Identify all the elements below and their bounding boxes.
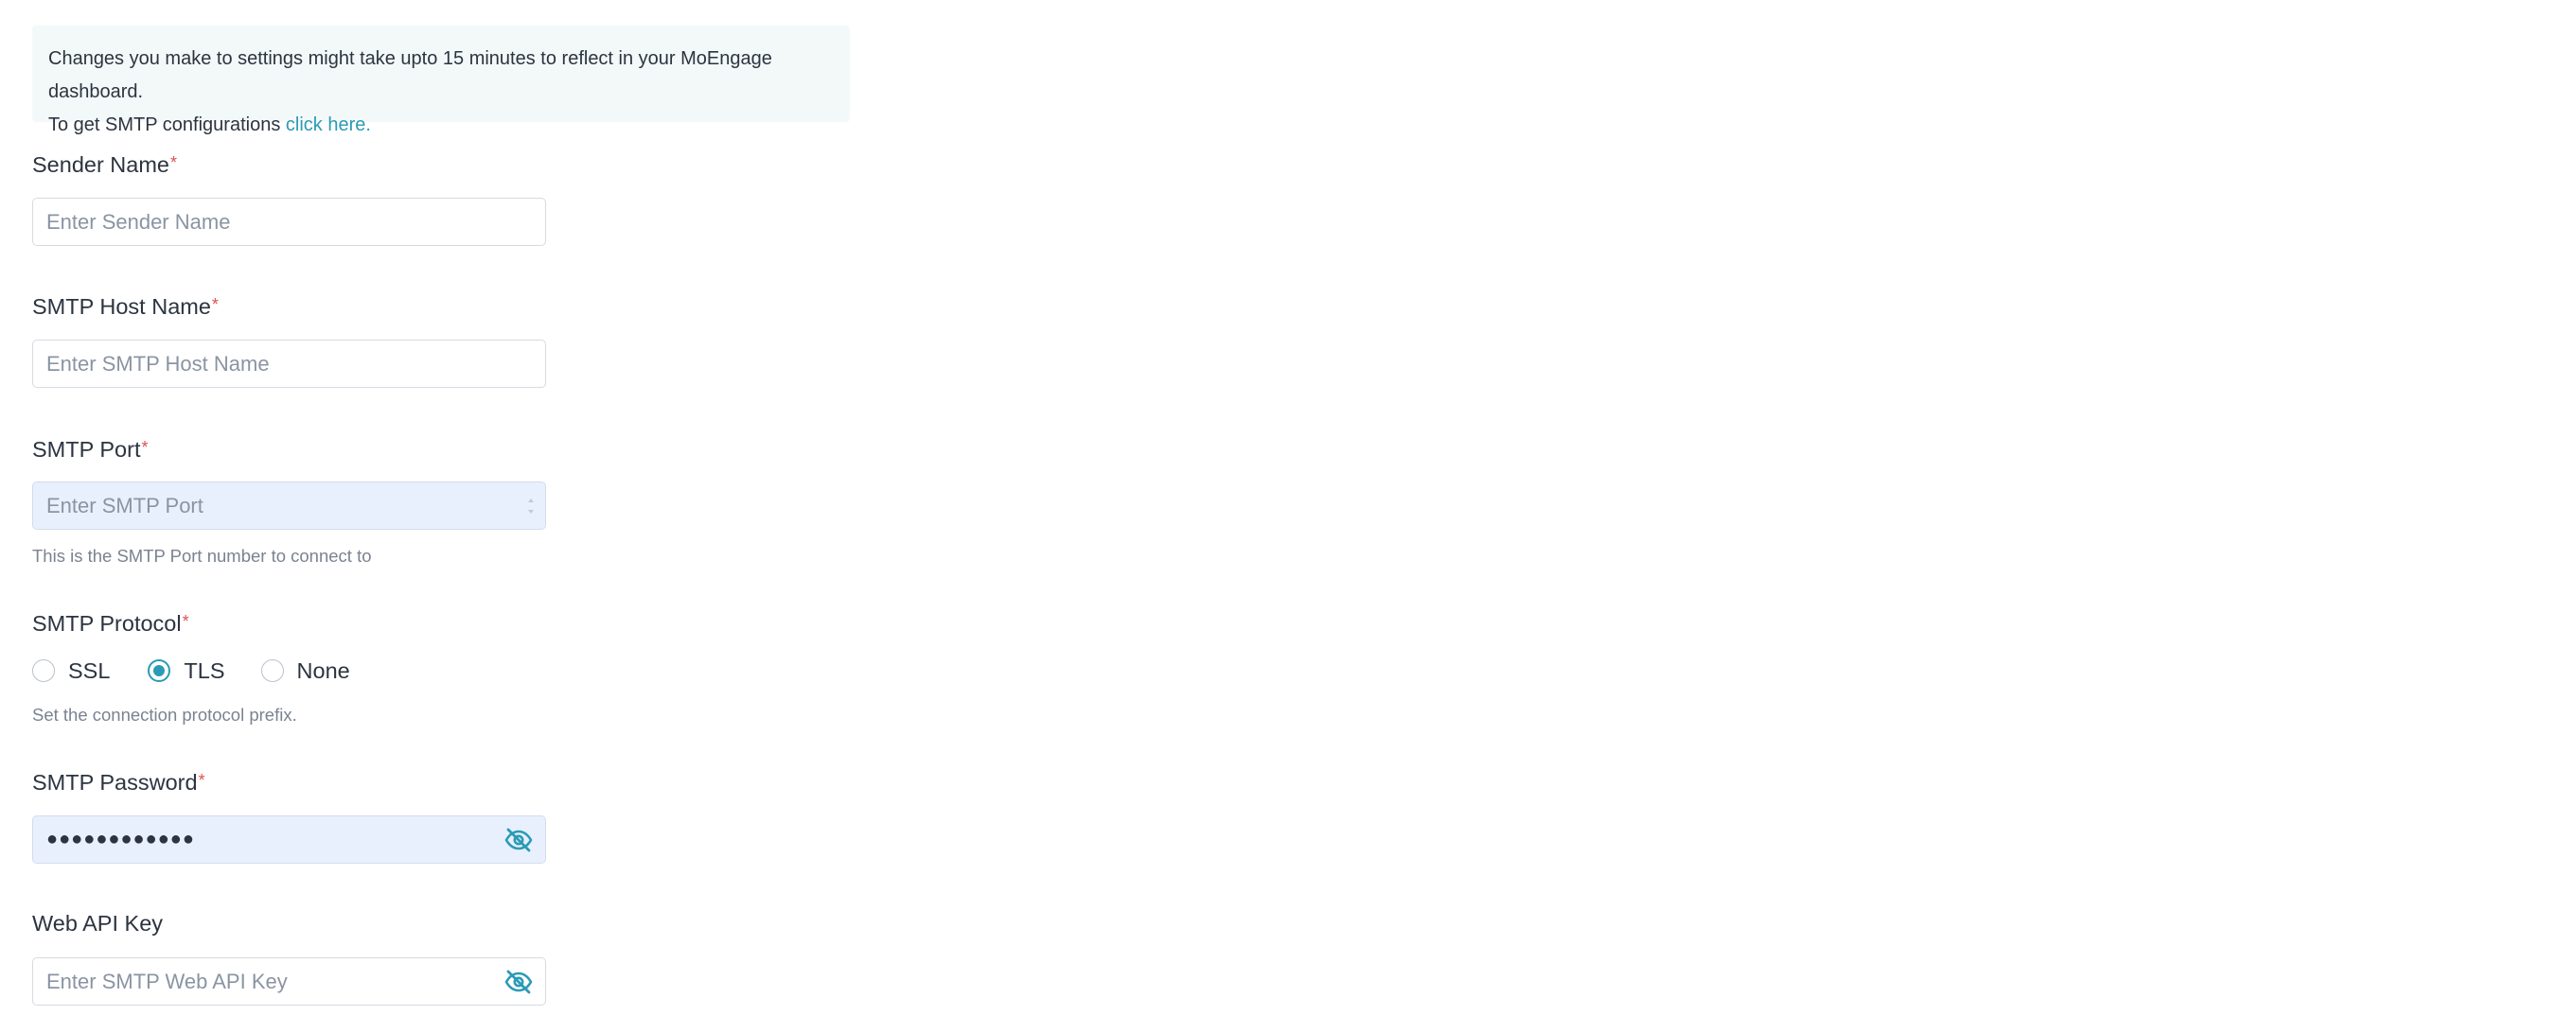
smtp-password-input[interactable] <box>33 816 545 863</box>
eye-off-icon[interactable] <box>503 970 534 994</box>
sender-name-label-text: Sender Name <box>32 152 169 177</box>
radio-circle-tls[interactable] <box>148 659 171 682</box>
smtp-port-label-text: SMTP Port <box>32 437 141 462</box>
smtp-password-label: SMTP Password* <box>32 766 205 797</box>
smtp-port-label: SMTP Port* <box>32 433 149 464</box>
smtp-protocol-label-text: SMTP Protocol <box>32 611 182 636</box>
protocol-option-tls[interactable]: TLS <box>148 657 225 684</box>
smtp-config-link[interactable]: click here. <box>286 114 371 135</box>
smtp-protocol-label: SMTP Protocol* <box>32 607 189 638</box>
sender-name-field[interactable] <box>32 198 546 246</box>
required-marker: * <box>211 295 219 314</box>
protocol-option-label: SSL <box>68 657 111 683</box>
smtp-port-hint: This is the SMTP Port number to connect … <box>32 546 372 566</box>
info-line-2-text: To get SMTP configurations <box>48 114 281 135</box>
number-spinner-icon[interactable] <box>526 494 536 518</box>
info-line-1: Changes you make to settings might take … <box>48 48 772 102</box>
radio-circle-none[interactable] <box>260 659 284 682</box>
smtp-settings-page: Changes you make to settings might take … <box>0 0 2576 1033</box>
web-api-key-label-text: Web API Key <box>32 911 164 936</box>
smtp-port-input[interactable] <box>33 482 545 529</box>
smtp-password-field[interactable] <box>32 815 546 864</box>
smtp-host-field[interactable] <box>32 340 546 388</box>
required-marker: * <box>198 771 205 790</box>
info-line-2: To get SMTP configurations click here. <box>48 109 834 142</box>
web-api-key-input[interactable] <box>33 958 545 1005</box>
required-marker: * <box>182 612 189 631</box>
smtp-port-field[interactable] <box>32 481 546 530</box>
smtp-password-label-text: SMTP Password <box>32 770 198 795</box>
smtp-host-label: SMTP Host Name* <box>32 290 219 321</box>
sender-name-input[interactable] <box>33 199 545 245</box>
required-marker: * <box>170 153 178 172</box>
smtp-host-input[interactable] <box>33 341 545 387</box>
sender-name-label: Sender Name* <box>32 149 177 179</box>
smtp-protocol-hint: Set the connection protocol prefix. <box>32 705 297 725</box>
eye-off-icon[interactable] <box>503 828 534 852</box>
protocol-option-none[interactable]: None <box>260 657 350 684</box>
required-marker: * <box>141 438 149 457</box>
protocol-option-ssl[interactable]: SSL <box>32 658 110 684</box>
info-banner: Changes you make to settings might take … <box>32 26 850 135</box>
radio-circle-ssl[interactable] <box>32 659 55 682</box>
web-api-key-label: Web API Key <box>32 909 163 937</box>
web-api-key-field[interactable] <box>32 957 546 1006</box>
smtp-host-label-text: SMTP Host Name <box>32 294 211 319</box>
protocol-option-label: None <box>296 657 350 683</box>
protocol-option-label: TLS <box>184 657 225 683</box>
smtp-protocol-radio-group: SSL TLS None <box>32 657 350 685</box>
